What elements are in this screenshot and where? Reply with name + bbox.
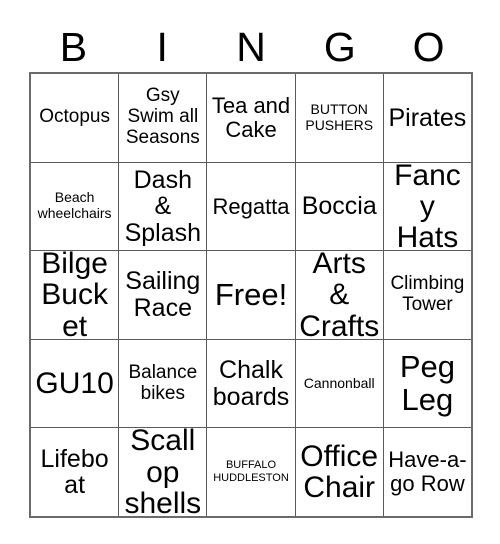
bingo-cell[interactable]: Scallop shells	[118, 424, 207, 520]
bingo-cell-label: Octopus	[39, 106, 110, 128]
bingo-cell[interactable]: Cannonball	[294, 339, 383, 428]
bingo-cell[interactable]: Fancy Hats	[382, 158, 472, 254]
bingo-cell[interactable]: Lifeboat	[31, 428, 119, 516]
bingo-cell-label: Tea and Cake	[211, 93, 291, 142]
bingo-cell[interactable]: Bilge Bucket	[31, 247, 119, 343]
bingo-cell[interactable]: Chalk boards	[206, 339, 295, 428]
header-letter-g: G	[323, 23, 356, 70]
bingo-cell[interactable]: Arts & Crafts	[294, 247, 383, 343]
bingo-cell-label: Have-a-go Row	[388, 447, 467, 497]
bingo-cell-label: Cannonball	[303, 374, 375, 391]
bingo-cell-label: Arts & Crafts	[299, 247, 380, 343]
bingo-cell-label: Dash & Splash	[124, 165, 202, 247]
bingo-row: Octopus Gsy Swim all Seasons Tea and Cak…	[31, 74, 472, 162]
header-letter-n: N	[236, 23, 266, 70]
bingo-cell[interactable]: Regatta	[206, 162, 295, 251]
bingo-row: Lifeboat Scallop shells BUFFALO HUDDLEST…	[31, 424, 472, 520]
bingo-cell-label: BUTTON PUSHERS	[305, 100, 374, 133]
bingo-cell[interactable]: Sailing Race	[118, 251, 207, 339]
bingo-row: GU10 Balance bikes Chalk boards Cannonba…	[31, 338, 472, 428]
bingo-cell[interactable]: Dash & Splash	[118, 162, 207, 251]
bingo-cell-label: Climbing Tower	[390, 273, 465, 315]
bingo-grid: Octopus Gsy Swim all Seasons Tea and Cak…	[29, 72, 473, 520]
bingo-cell[interactable]: Beach wheelchairs	[31, 162, 119, 251]
header-letter-b: B	[59, 23, 88, 70]
bingo-cell-label: BUFFALO HUDDLESTON	[213, 459, 289, 485]
bingo-cell-label: Scallop shells	[124, 424, 202, 520]
bingo-cell-label: Gsy Swim all Seasons	[125, 85, 200, 149]
bingo-card: B I N G O Octopus Gsy Swim all Seasons T…	[0, 0, 500, 544]
bingo-cell-label: Bilge Bucket	[41, 247, 108, 343]
bingo-row: Bilge Bucket Sailing Race Free! Arts & C…	[31, 247, 472, 343]
bingo-cell-label: Sailing Race	[125, 267, 201, 322]
bingo-cell-label: Lifeboat	[40, 444, 109, 500]
bingo-cell-label: Chalk boards	[212, 356, 290, 411]
bingo-cell[interactable]: Climbing Tower	[382, 251, 472, 339]
bingo-cell[interactable]: Boccia	[294, 162, 383, 251]
bingo-cell[interactable]: Peg Leg	[382, 339, 472, 428]
bingo-cell-free[interactable]: Free!	[206, 251, 295, 339]
bingo-cell-label: Boccia	[301, 192, 377, 221]
bingo-cell[interactable]: BUFFALO HUDDLESTON	[206, 428, 295, 516]
bingo-cell[interactable]: Octopus	[31, 74, 119, 162]
bingo-cell-label: Fancy Hats	[394, 158, 461, 254]
bingo-header: B I N G O	[29, 22, 473, 72]
bingo-cell-label: Office Chair	[300, 439, 379, 505]
bingo-row: Beach wheelchairs Dash & Splash Regatta …	[31, 158, 472, 254]
bingo-cell-label: Peg Leg	[399, 349, 455, 417]
bingo-cell-label: Balance bikes	[128, 361, 198, 404]
bingo-cell[interactable]: Office Chair	[294, 428, 383, 516]
bingo-cell[interactable]: GU10	[31, 339, 119, 428]
bingo-cell-label: GU10	[35, 366, 114, 400]
bingo-cell-label: Regatta	[212, 193, 290, 219]
bingo-cell[interactable]: Tea and Cake	[206, 74, 295, 162]
header-letter-o: O	[412, 23, 445, 70]
bingo-cell[interactable]: Pirates	[382, 74, 472, 162]
header-letter-i: I	[156, 23, 168, 70]
bingo-cell[interactable]: Gsy Swim all Seasons	[118, 74, 207, 162]
bingo-cell-label: Beach wheelchairs	[37, 189, 112, 222]
bingo-cell[interactable]: Have-a-go Row	[382, 428, 472, 516]
bingo-free-label: Free!	[214, 276, 288, 312]
bingo-cell[interactable]: BUTTON PUSHERS	[294, 74, 383, 162]
bingo-cell[interactable]: Balance bikes	[118, 339, 207, 428]
bingo-cell-label: Pirates	[388, 103, 467, 132]
